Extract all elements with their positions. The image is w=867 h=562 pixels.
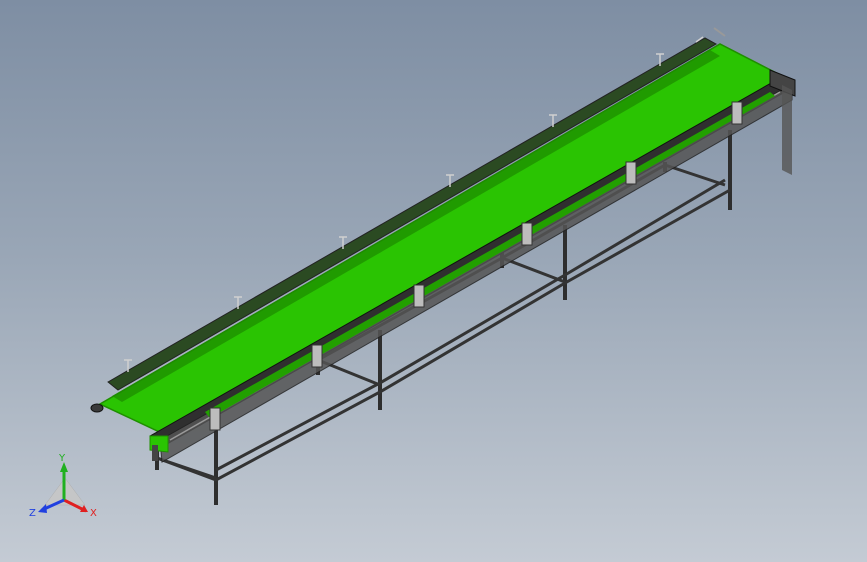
- conveyor-model[interactable]: X Y Z: [0, 0, 867, 562]
- y-axis-label: Y: [58, 453, 66, 464]
- far-side-rail: [107, 37, 718, 391]
- return-belt: [205, 92, 775, 418]
- conveyor-belt: [98, 43, 792, 437]
- x-axis-label: X: [90, 508, 97, 519]
- graphics-viewport[interactable]: X Y Z: [0, 0, 867, 562]
- z-axis-head: [38, 504, 47, 513]
- z-axis-label: Z: [29, 508, 36, 519]
- belt-far-shade: [112, 50, 720, 402]
- axis-triad[interactable]: X Y Z: [29, 453, 97, 519]
- near-rail-underside: [159, 83, 793, 463]
- guide-posts: [124, 36, 704, 372]
